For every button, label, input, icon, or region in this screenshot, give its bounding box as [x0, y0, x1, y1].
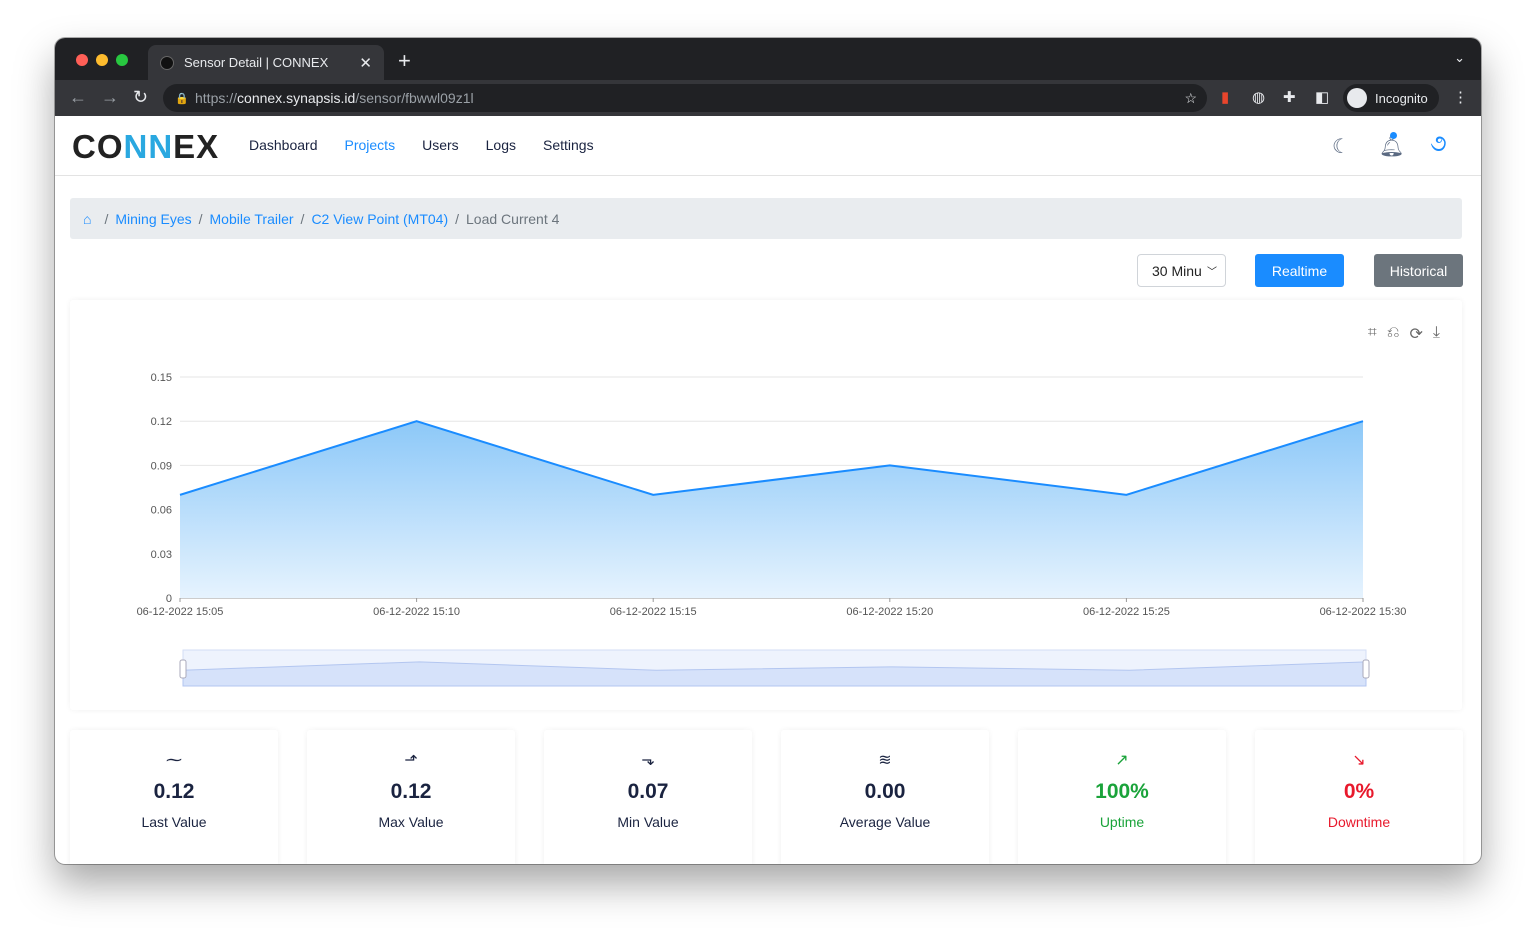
tab-title: Sensor Detail | CONNEX	[184, 55, 329, 70]
home-icon[interactable]: ⌂	[83, 211, 91, 227]
x-tick-label: 06-12-2022 15:25	[1083, 606, 1170, 618]
restore-icon[interactable]: ⟳	[1410, 324, 1423, 344]
chevron-down-icon: ﹀	[1207, 267, 1217, 278]
lock-icon: 🔒	[175, 92, 189, 105]
stat-value: 0.12	[390, 780, 432, 803]
realtime-button[interactable]: Realtime	[1255, 254, 1344, 287]
nav-logs[interactable]: Logs	[486, 137, 516, 153]
minimize-window-button[interactable]	[96, 54, 108, 66]
time-range-value: 30 Minu	[1152, 262, 1202, 279]
maximize-window-button[interactable]	[116, 54, 128, 66]
stat-card-downtime: ↘ 0% Downtime	[1255, 730, 1463, 864]
zoom-reset-icon[interactable]: ⎌	[1387, 324, 1400, 344]
tab-search-chevron-icon[interactable]: ⌄	[1454, 50, 1465, 66]
stat-label: Downtime	[1327, 814, 1391, 830]
browser-tab[interactable]: Sensor Detail | CONNEX ✕	[148, 45, 384, 80]
breadcrumb-link[interactable]: Mobile Trailer	[210, 211, 294, 227]
zoom-icon[interactable]: ⌗	[1368, 324, 1377, 344]
stat-label: Average Value	[839, 814, 931, 830]
incognito-icon	[1347, 88, 1367, 108]
browser-menu-icon[interactable]: ⋮	[1453, 88, 1468, 106]
address-bar-row: ← → ↻ 🔒 https://connex.synapsis.id/sensor…	[55, 80, 1481, 116]
nav-projects[interactable]: Projects	[345, 137, 396, 153]
url-host: connex.synapsis.id	[237, 90, 356, 106]
y-tick-label: 0	[166, 593, 172, 605]
trend-down-icon: ↘	[1352, 752, 1366, 769]
average-icon: ≋	[878, 752, 892, 769]
line-chart: 0 0.03 0.06 0.09 0.12 0.15 06-12-2022 15:05 06-…	[137, 372, 1407, 687]
x-tick-label: 06-12-2022 15:20	[846, 606, 933, 618]
url-path: /sensor/fbwwl09z1l	[355, 90, 474, 106]
main-nav: Dashboard Projects Users Logs Settings	[249, 137, 621, 153]
browser-window: Sensor Detail | CONNEX ✕ + ⌄ ← → ↻ 🔒 https…	[55, 38, 1481, 864]
stat-value: 100%	[1095, 780, 1149, 803]
profile-label: Incognito	[1375, 90, 1428, 106]
historical-button[interactable]: Historical	[1374, 254, 1463, 287]
reload-icon[interactable]: ↻	[133, 87, 148, 108]
forward-icon[interactable]: →	[101, 87, 119, 108]
x-tick-label: 06-12-2022 15:10	[373, 606, 460, 618]
datazoom-handle-left[interactable]	[179, 659, 187, 679]
incognito-badge[interactable]: Incognito	[1343, 84, 1439, 112]
nav-users[interactable]: Users	[422, 137, 459, 153]
stat-label: Uptime	[1099, 814, 1145, 830]
time-range-select[interactable]: 30 Minu ﹀	[1137, 254, 1226, 287]
chart-up-icon: ⬏	[404, 752, 418, 769]
chart-down-icon: ⬎	[641, 752, 655, 769]
breadcrumb-link[interactable]: Mining Eyes	[115, 211, 191, 227]
url-scheme: https://	[195, 90, 238, 106]
close-window-button[interactable]	[76, 54, 88, 66]
y-tick-label: 0.15	[151, 372, 172, 384]
globe-extension-icon[interactable]: ◍	[1252, 88, 1265, 106]
app-header: CONNEX Dashboard Projects Users Logs Setting…	[55, 116, 1481, 176]
x-tick-label: 06-12-2022 15:05	[137, 606, 224, 618]
y-tick-label: 0.06	[151, 505, 172, 517]
breadcrumb: ⌂ / Mining Eyes / Mobile Trailer / C2 View …	[70, 198, 1462, 239]
stat-card-uptime: ↗ 100% Uptime	[1018, 730, 1226, 864]
stat-card-max-value: ⬏ 0.12 Max Value	[307, 730, 515, 864]
stat-card-average-value: ≋ 0.00 Average Value	[781, 730, 989, 864]
notification-bell-icon[interactable]: 🔔︎	[1379, 132, 1404, 159]
tab-bar: Sensor Detail | CONNEX ✕ + ⌄	[55, 38, 1481, 80]
x-tick-label: 06-12-2022 15:15	[610, 606, 697, 618]
logo[interactable]: CONNEX	[72, 128, 219, 166]
stat-label: Last Value	[141, 814, 207, 830]
side-panel-icon[interactable]: ◧	[1315, 88, 1329, 106]
user-avatar[interactable]: ૭	[1430, 130, 1447, 158]
area-fill	[180, 421, 1363, 598]
favicon-icon	[160, 55, 174, 70]
breadcrumb-current: Load Current 4	[466, 210, 560, 227]
x-tick-label: 06-12-2022 15:30	[1320, 606, 1407, 618]
breadcrumb-link[interactable]: C2 View Point (MT04)	[311, 211, 448, 227]
download-icon[interactable]: ⤓	[1433, 324, 1440, 344]
back-icon[interactable]: ←	[69, 87, 87, 108]
url-input[interactable]: 🔒 https://connex.synapsis.id/sensor/fbwwl…	[163, 84, 1207, 112]
stat-label: Max Value	[378, 814, 444, 830]
chart-toolbox: ⌗ ⎌ ⟳ ⤓	[1368, 324, 1440, 344]
y-tick-label: 0.09	[151, 460, 172, 472]
app: CONNEX Dashboard Projects Users Logs Setting…	[55, 116, 1481, 864]
stat-card-last-value: ⁓ 0.12 Last Value	[70, 730, 278, 864]
y-tick-label: 0.12	[151, 416, 172, 428]
stat-value: 0.00	[864, 780, 906, 803]
nav-dashboard[interactable]: Dashboard	[249, 137, 318, 153]
nav-settings[interactable]: Settings	[543, 137, 594, 153]
stat-label: Min Value	[617, 814, 679, 830]
trend-up-icon: ↗	[1115, 752, 1129, 769]
stat-value: 0.12	[153, 780, 195, 803]
y-tick-label: 0.03	[151, 549, 172, 561]
new-tab-icon[interactable]: +	[398, 48, 411, 74]
extensions-puzzle-icon[interactable]: ✚	[1283, 88, 1296, 106]
datazoom-handle-right[interactable]	[1362, 659, 1370, 679]
stat-card-min-value: ⬎ 0.07 Min Value	[544, 730, 752, 864]
dark-mode-moon-icon[interactable]: ☾	[1332, 134, 1350, 159]
bookmark-star-icon[interactable]: ☆	[1184, 90, 1197, 107]
stat-value: 0%	[1343, 780, 1375, 803]
close-tab-icon[interactable]: ✕	[359, 54, 372, 72]
line-chart-icon: ⁓	[166, 752, 182, 769]
stat-value: 0.07	[627, 780, 669, 803]
chart-card: ⌗ ⎌ ⟳ ⤓ 0 0.03 0.06 0.09 0.12 0.15 06-12-2022 15:…	[70, 300, 1462, 710]
lighthouse-extension-icon[interactable]: ▮	[1221, 88, 1229, 106]
